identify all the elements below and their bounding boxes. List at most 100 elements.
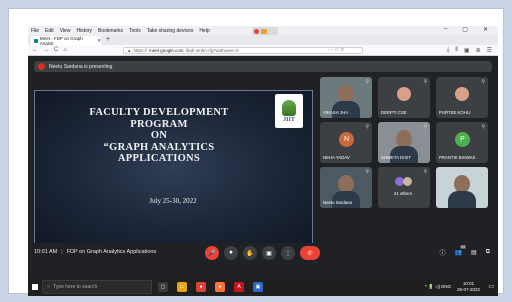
tab-close-icon[interactable]: ✕ xyxy=(97,38,101,44)
end-call-button[interactable]: ✆ xyxy=(300,246,320,260)
download-icon[interactable]: ⤓ xyxy=(447,47,450,54)
firefox-icon[interactable]: ● xyxy=(215,282,225,292)
logo-emblem-icon xyxy=(282,99,296,116)
avatar xyxy=(397,87,411,101)
people-button[interactable]: 👥 26 xyxy=(454,245,467,256)
tab-title: Meet - FDP on Graph Analyti xyxy=(39,35,83,46)
browser-menubar: File Edit View History Bookmarks Tools T… xyxy=(28,26,498,35)
pin-icon[interactable]: ⚲ xyxy=(365,124,369,130)
raise-hand-button[interactable]: ✋ xyxy=(243,246,257,260)
pin-icon[interactable]: ⚲ xyxy=(423,79,427,85)
menu-icon[interactable]: ☰ xyxy=(487,47,492,54)
extension-icon[interactable]: ⊕ xyxy=(476,47,481,54)
maximize-button[interactable]: ▢ xyxy=(462,26,468,33)
present-button[interactable]: ▣ xyxy=(262,246,276,260)
participant-name: NEHA YADAV xyxy=(323,155,350,160)
participant-tile[interactable]: ⚲ 21 others xyxy=(378,167,430,208)
pin-icon[interactable]: ⚲ xyxy=(423,169,427,175)
more-icon: ⋮ xyxy=(285,250,291,257)
toolbar-right: ⤓ ⫴ ▣ ⊕ ☰ xyxy=(447,47,492,54)
url-path: /bah-xmbn-rfg?authuser=0 xyxy=(185,48,239,53)
menu-file[interactable]: File xyxy=(31,28,39,34)
right-controls: ⓘ 👥 26 ▤ ⧉ xyxy=(440,245,490,257)
recording-indicator[interactable] xyxy=(252,27,278,35)
meeting-time: 10:01 AM xyxy=(34,249,58,255)
acrobat-icon[interactable]: A xyxy=(234,282,244,292)
tray-icons[interactable]: ^ 🔋 ◁) ENG xyxy=(425,284,451,290)
file-explorer-icon[interactable]: ▭ xyxy=(177,282,187,292)
participant-tile[interactable]: ⚲ SHWETA DIXIT xyxy=(378,122,430,163)
participant-tile[interactable]: N ⚲ NEHA YADAV xyxy=(320,122,372,163)
taskbar-search[interactable]: ○ Type here to search xyxy=(42,280,152,294)
photos-icon[interactable]: ▣ xyxy=(253,282,263,292)
tab-meet[interactable]: Meet - FDP on Graph Analyti ✕ xyxy=(31,35,101,46)
slide-title-line: APPLICATIONS xyxy=(117,153,201,165)
participant-tile[interactable]: ⚲ DEEPTI CSE xyxy=(378,77,430,118)
menu-tools[interactable]: Tools xyxy=(129,28,141,34)
back-icon[interactable]: ← xyxy=(32,47,38,53)
phone-icon: ✆ xyxy=(307,250,313,257)
chat-icon[interactable]: ▤ xyxy=(471,249,477,256)
people-count: 26 xyxy=(460,245,467,249)
url-domain: meet.google.com xyxy=(148,48,184,53)
presentation-slide: FACULTY DEVELOPMENT PROGRAM ON “GRAPH AN… xyxy=(34,90,313,247)
notification-icon[interactable]: ▭ xyxy=(488,283,494,290)
separator: | xyxy=(61,249,63,255)
new-tab-button[interactable]: + xyxy=(106,36,110,43)
menu-view[interactable]: View xyxy=(60,28,71,34)
task-view-icon[interactable]: ▢ xyxy=(158,282,168,292)
sidebar-icon[interactable]: ▣ xyxy=(464,47,470,54)
pin-icon[interactable]: ⚲ xyxy=(423,124,427,130)
menu-edit[interactable]: Edit xyxy=(45,28,54,34)
url-bar[interactable]: ▲ https://meet.google.com/bah-xmbn-rfg?a… xyxy=(123,47,363,54)
participant-tile[interactable]: ⚲ VIKASH JHA xyxy=(320,77,372,118)
camera-button[interactable]: ⏺ xyxy=(224,246,238,260)
start-button[interactable] xyxy=(28,278,42,296)
participant-name: DEEPTI CSE xyxy=(381,110,407,115)
mic-button[interactable]: 🎤 xyxy=(205,246,219,260)
slide-title-line: FACULTY DEVELOPMENT xyxy=(89,107,229,118)
close-window-button[interactable]: ✕ xyxy=(483,26,488,33)
pin-icon[interactable]: ⚲ xyxy=(481,79,485,85)
clock[interactable]: 10:01 25-07-2022 xyxy=(457,281,480,292)
participant-name: 21 others xyxy=(394,191,412,196)
slide-date: July 25-30, 2022 xyxy=(149,197,197,205)
screen: File Edit View History Bookmarks Tools T… xyxy=(28,26,498,296)
participant-tile[interactable]: ⚲ Neetu Sardana xyxy=(320,167,372,208)
participant-tile[interactable]: ⚲ PURTEE KOHLI xyxy=(436,77,488,118)
slide-title-line: PROGRAM xyxy=(130,118,188,130)
library-icon[interactable]: ⫴ xyxy=(455,47,458,54)
participant-tile[interactable]: ⚲ xyxy=(436,167,488,208)
info-icon[interactable]: ⓘ xyxy=(440,248,446,257)
url-actions[interactable]: ··· ☆ ✩ xyxy=(328,47,344,53)
presenter-avatar xyxy=(38,63,45,70)
pin-icon[interactable]: ⚲ xyxy=(365,169,369,175)
search-icon: ○ xyxy=(47,284,51,290)
participant-tile[interactable]: P ⚲ PRANTIK BISWAS xyxy=(436,122,488,163)
taskbar-apps: ▢ ▭ ● ● A ▣ xyxy=(158,282,263,292)
people-icon: 👥 xyxy=(454,250,463,256)
avatar xyxy=(455,87,469,101)
menu-bookmarks[interactable]: Bookmarks xyxy=(98,28,123,34)
activities-icon[interactable]: ⧉ xyxy=(486,249,490,256)
menu-sharing[interactable]: Take sharing devices xyxy=(147,28,194,34)
forward-icon[interactable]: → xyxy=(43,47,49,53)
reload-icon[interactable]: C xyxy=(54,47,58,53)
participant-name: VIKASH JHA xyxy=(323,110,349,115)
pin-icon[interactable]: ⚲ xyxy=(481,169,485,175)
menu-help[interactable]: Help xyxy=(199,28,209,34)
home-icon[interactable]: ⌂ xyxy=(63,47,67,53)
pin-icon[interactable]: ⚲ xyxy=(365,79,369,85)
record-icon xyxy=(254,28,259,34)
avatar xyxy=(403,177,412,186)
clock-date: 25-07-2022 xyxy=(456,286,480,292)
minimize-button[interactable]: – xyxy=(444,26,447,33)
chrome-icon[interactable]: ● xyxy=(196,282,206,292)
jiit-logo: JIIT xyxy=(275,94,303,128)
pin-icon[interactable]: ⚲ xyxy=(481,124,485,130)
windows-icon xyxy=(32,284,38,290)
mic-icon: 🎤 xyxy=(208,250,216,257)
more-options-button[interactable]: ⋮ xyxy=(281,246,295,260)
search-placeholder: Type here to search xyxy=(53,284,98,290)
menu-history[interactable]: History xyxy=(76,28,92,34)
